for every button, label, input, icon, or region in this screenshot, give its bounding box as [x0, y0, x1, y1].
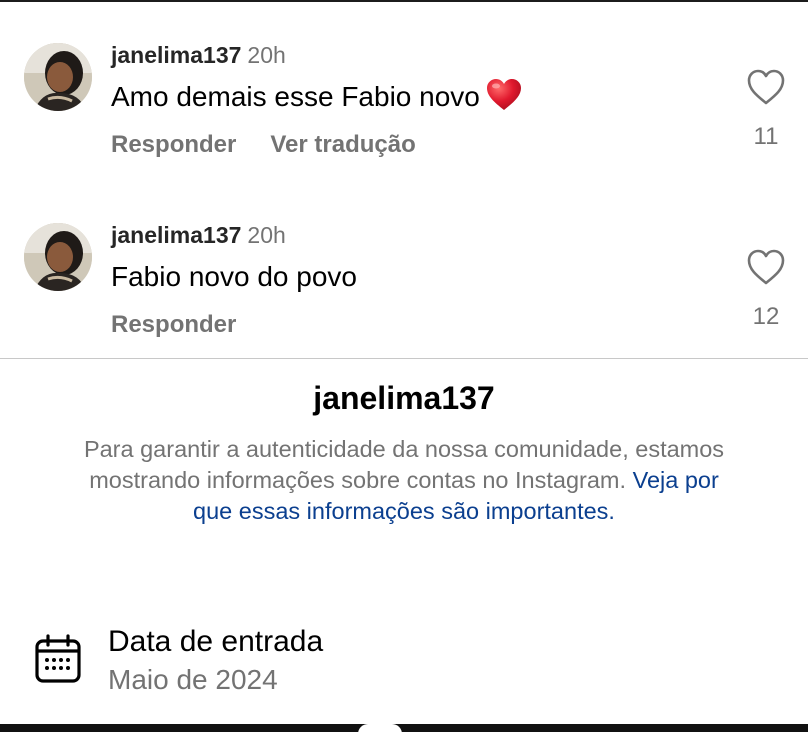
comment-header: janelima137 20h [111, 40, 286, 70]
comment-time: 20h [247, 42, 286, 68]
comment-username[interactable]: janelima137 [111, 42, 241, 68]
comment-actions: Responder [111, 308, 270, 342]
bottom-edge-bar [0, 724, 808, 732]
section-divider [0, 358, 808, 359]
avatar[interactable] [24, 223, 92, 291]
like-count: 11 [753, 123, 779, 150]
comment-item: janelima137 20h Fabio novo do povo Respon… [0, 220, 808, 400]
comment-body: Fabio novo do povo [111, 261, 357, 292]
about-account-username: janelima137 [313, 380, 495, 416]
joined-label: Data de entrada [108, 625, 324, 658]
comment-actions: Responder Ver tradução [111, 128, 450, 162]
comment-body: Amo demais esse Fabio novo [111, 81, 480, 112]
about-account-description: Para garantir a autenticidade da nossa c… [80, 434, 728, 527]
top-edge-line [0, 0, 808, 2]
comment-item: janelima137 20h Amo demais esse Fabio nov… [0, 40, 808, 220]
date-joined-row: Data de entrada Maio de 2024 [0, 620, 808, 710]
like-count: 12 [752, 303, 780, 330]
comment-username[interactable]: janelima137 [111, 222, 241, 248]
reply-button[interactable]: Responder [111, 308, 236, 342]
comment-text: Fabio novo do povo [111, 258, 357, 296]
like-button[interactable] [746, 68, 788, 108]
reply-button[interactable]: Responder [111, 128, 236, 162]
comment-time: 20h [247, 222, 286, 248]
joined-value: Maio de 2024 [108, 664, 278, 695]
avatar[interactable] [24, 43, 92, 111]
heart-outline-icon [747, 69, 785, 105]
red-heart-emoji-icon [486, 78, 522, 122]
like-button[interactable] [746, 248, 788, 288]
see-translation-button[interactable]: Ver tradução [270, 128, 415, 162]
calendar-icon [34, 634, 82, 684]
bottom-bar-knob [358, 724, 402, 732]
comment-header: janelima137 20h [111, 220, 286, 250]
heart-outline-icon [747, 249, 785, 285]
comment-text: Amo demais esse Fabio novo [111, 78, 522, 122]
about-description-text: Para garantir a autenticidade da nossa c… [83, 436, 725, 493]
